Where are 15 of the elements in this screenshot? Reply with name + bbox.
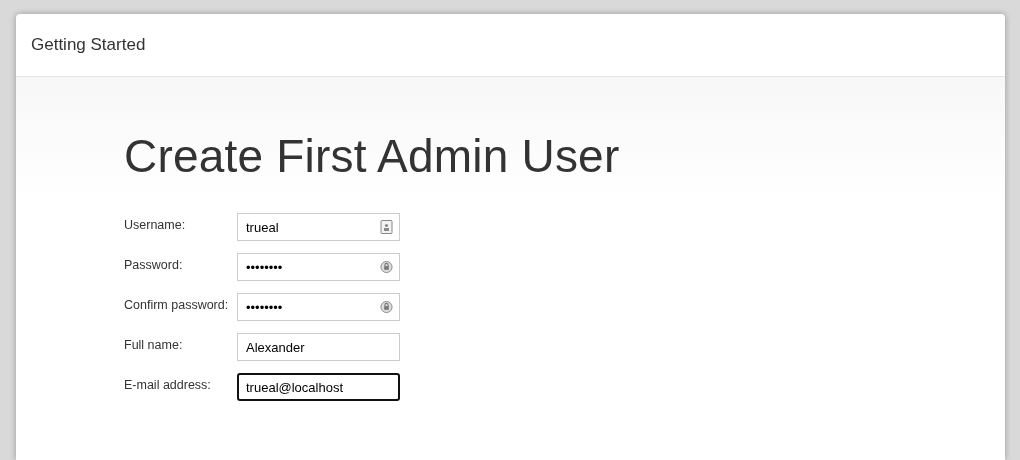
field-label: Username:	[124, 217, 187, 232]
lock-icon	[380, 260, 393, 274]
field-label: Password:	[124, 257, 184, 272]
page-heading: Create First Admin User	[124, 129, 621, 183]
input-field[interactable]: trueal@localhost	[237, 373, 400, 401]
window-title: Getting Started	[31, 35, 146, 55]
lock-icon	[380, 300, 393, 314]
field-label: Confirm password:	[124, 297, 230, 312]
input-field[interactable]: Alexander	[237, 333, 400, 361]
input-field[interactable]: ••••••••	[237, 253, 400, 281]
input-field[interactable]: ••••••••	[237, 293, 400, 321]
field-label: Full name:	[124, 337, 184, 352]
contact-card-icon	[380, 220, 393, 234]
input-field[interactable]: trueal	[237, 213, 400, 241]
field-label: E-mail address:	[124, 377, 212, 392]
